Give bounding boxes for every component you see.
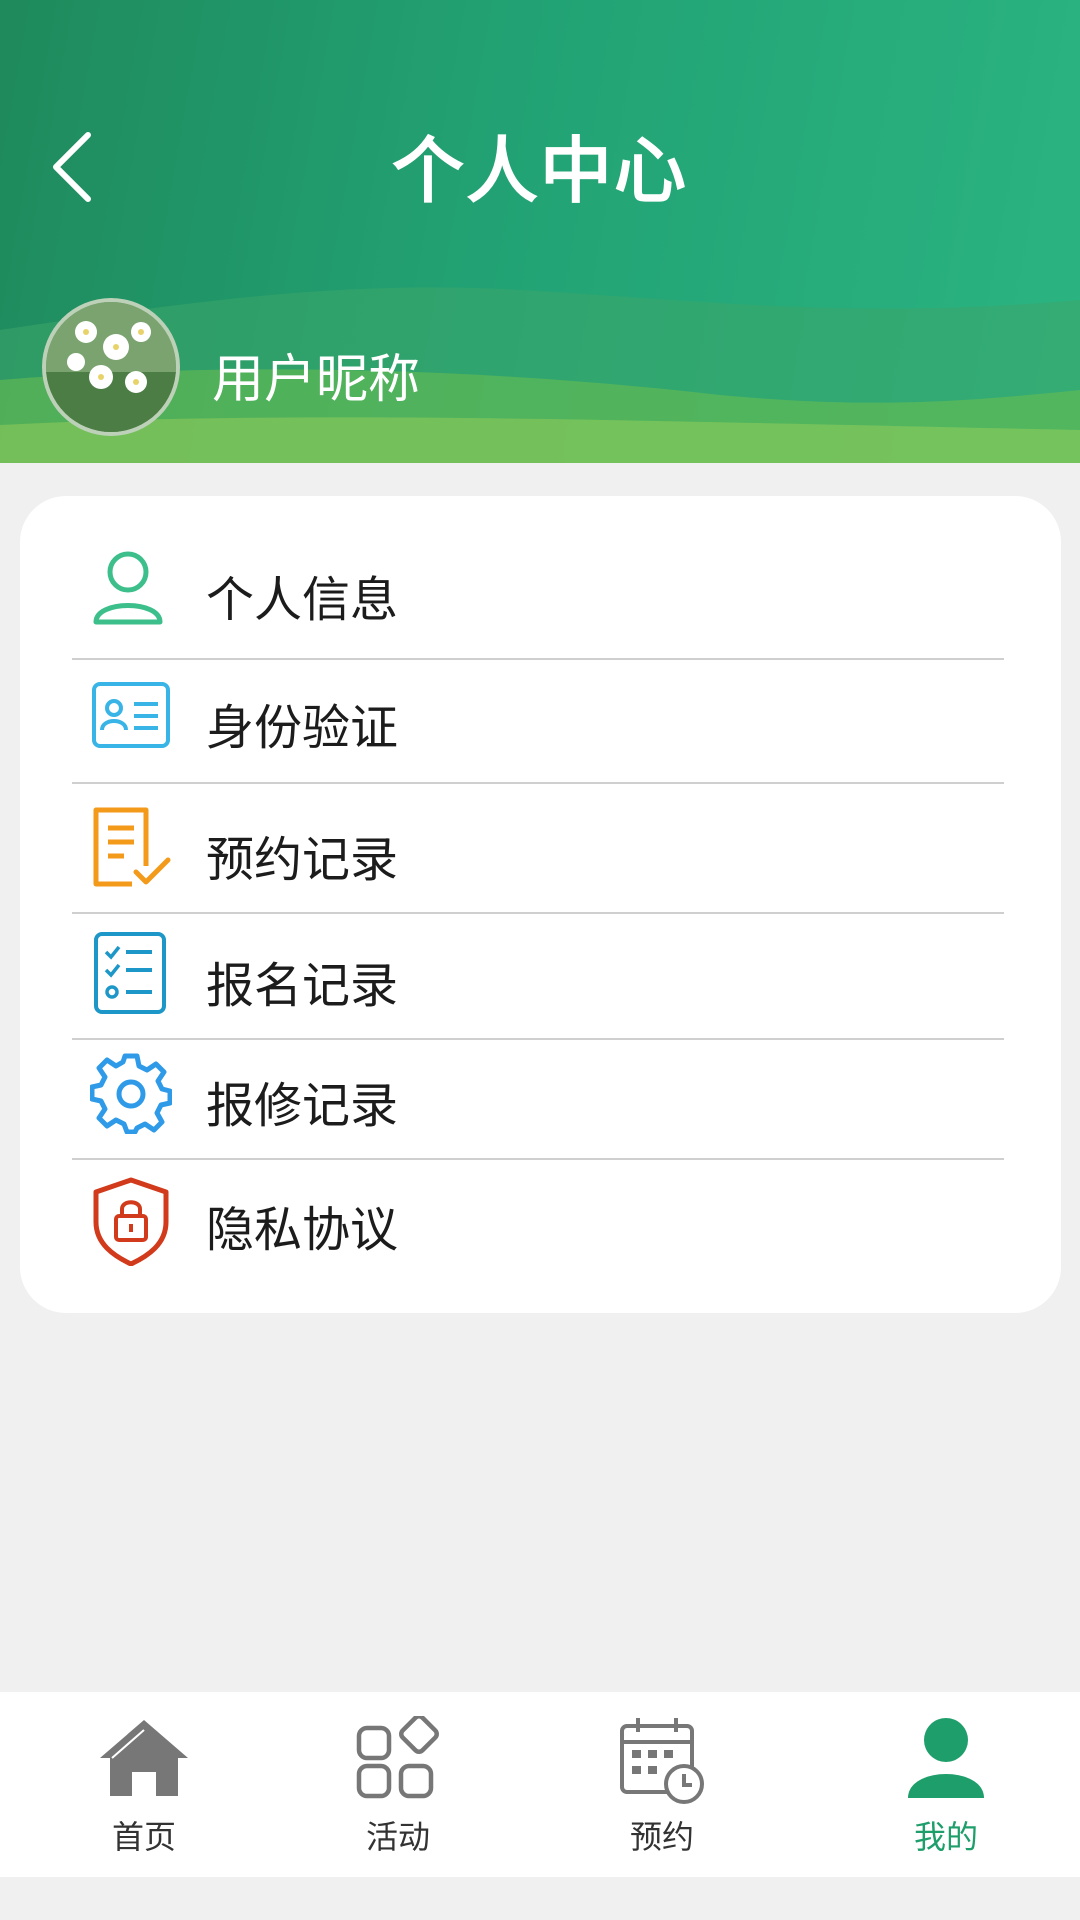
avatar[interactable]: [42, 298, 180, 436]
checklist-icon: [94, 932, 166, 1014]
tab-activities[interactable]: 活动: [298, 1692, 498, 1877]
menu-item-label: 报修记录: [206, 1078, 399, 1134]
menu-card: 个人信息 身份验证 预约记录 报名记录 报修记录 隐私协议: [20, 496, 1061, 1313]
menu-item-identity-verification[interactable]: 身份验证: [72, 674, 1004, 756]
user-solid-icon: [908, 1718, 984, 1798]
shield-lock-icon: [93, 1177, 169, 1266]
menu-item-registration-records[interactable]: 报名记录: [72, 932, 1004, 1014]
gear-icon: [90, 1053, 172, 1134]
id-card-icon: [92, 682, 170, 748]
calendar-clock-icon: [620, 1718, 704, 1804]
profile-header: 个人中心 用户昵称: [0, 0, 1080, 463]
avatar-flower-image: [46, 302, 176, 432]
tab-booking[interactable]: 预约: [562, 1692, 762, 1877]
home-icon: [100, 1720, 188, 1796]
tab-mine[interactable]: 我的: [846, 1692, 1046, 1877]
menu-item-privacy-policy[interactable]: 隐私协议: [72, 1176, 1004, 1266]
user-nickname[interactable]: 用户昵称: [212, 337, 420, 412]
menu-item-personal-info[interactable]: 个人信息: [72, 546, 1004, 628]
user-icon: [93, 551, 163, 625]
menu-item-label: 报名记录: [206, 958, 399, 1014]
page-title: 个人中心: [391, 129, 688, 213]
menu-item-label: 身份验证: [206, 700, 399, 756]
bottom-tab-bar: 首页 活动 预约 我的: [0, 1692, 1080, 1877]
tab-home[interactable]: 首页: [44, 1692, 244, 1877]
tab-label: 我的: [913, 1818, 978, 1856]
apps-icon: [356, 1716, 439, 1799]
menu-item-label: 预约记录: [206, 832, 399, 888]
menu-item-label: 隐私协议: [206, 1202, 399, 1258]
menu-item-booking-records[interactable]: 预约记录: [72, 806, 1004, 888]
divider: [72, 658, 1004, 660]
divider: [72, 1158, 1004, 1160]
divider: [72, 1038, 1004, 1040]
menu-item-repair-records[interactable]: 报修记录: [72, 1052, 1004, 1134]
tab-label: 首页: [111, 1818, 176, 1856]
divider: [72, 912, 1004, 914]
tab-label: 预约: [629, 1818, 694, 1856]
document-check-icon: [93, 807, 171, 887]
divider: [72, 782, 1004, 784]
tab-label: 活动: [365, 1818, 430, 1856]
menu-item-label: 个人信息: [206, 572, 399, 628]
